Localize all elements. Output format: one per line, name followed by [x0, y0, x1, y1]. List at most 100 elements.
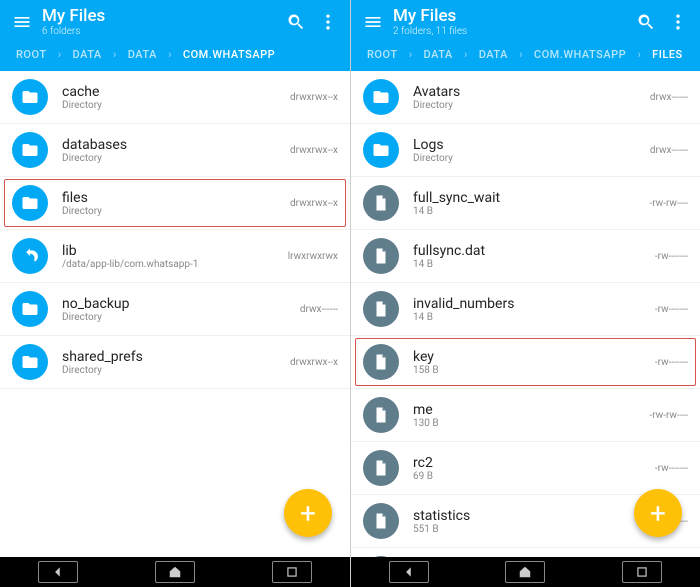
- item-text: databasesDirectory: [62, 137, 290, 164]
- overflow-icon[interactable]: [662, 6, 694, 38]
- fab-add[interactable]: +: [634, 489, 682, 537]
- item-name: lib: [62, 243, 288, 259]
- item-permissions: drwxrwx--x: [290, 198, 338, 209]
- item-permissions: -rw-------: [655, 463, 688, 474]
- item-permissions: -rw-------: [655, 251, 688, 262]
- file-icon: [363, 291, 399, 327]
- list-item[interactable]: me130 B-rw-rw----: [351, 389, 700, 442]
- nav-recent[interactable]: [622, 561, 662, 583]
- fab-add[interactable]: +: [284, 489, 332, 537]
- list-item[interactable]: shared_prefsDirectorydrwxrwx--x: [0, 336, 350, 389]
- list-item[interactable]: key158 B-rw-------: [351, 336, 700, 389]
- item-text: filesDirectory: [62, 190, 290, 217]
- item-sub: Directory: [62, 365, 290, 376]
- file-icon: [363, 185, 399, 221]
- file-icon: [363, 556, 399, 557]
- item-sub: Directory: [62, 206, 290, 217]
- item-sub: 69 B: [413, 471, 655, 482]
- chevron-right-icon: ›: [516, 48, 526, 61]
- item-text: rc269 B: [413, 455, 655, 482]
- item-name: databases: [62, 137, 290, 153]
- item-sub: 14 B: [413, 206, 649, 217]
- item-name: key: [413, 349, 655, 365]
- app-title: My Files: [393, 7, 630, 26]
- item-name: files: [62, 190, 290, 206]
- list-item[interactable]: cacheDirectorydrwxrwx--x: [0, 71, 350, 124]
- crumb-root[interactable]: ROOT: [363, 46, 402, 63]
- item-name: me: [413, 402, 649, 418]
- item-name: shared_prefs: [62, 349, 290, 365]
- menu-icon[interactable]: [357, 6, 389, 38]
- nav-back[interactable]: [38, 561, 78, 583]
- search-icon[interactable]: [630, 6, 662, 38]
- list-item[interactable]: invalid_numbers14 B-rw-------: [351, 283, 700, 336]
- item-sub: Directory: [62, 312, 300, 323]
- item-name: Avatars: [413, 84, 650, 100]
- item-permissions: drwx------: [650, 145, 688, 156]
- crumb-whatsapp[interactable]: COM.WHATSAPP: [530, 46, 630, 63]
- nav-back[interactable]: [389, 561, 429, 583]
- file-list: AvatarsDirectorydrwx------LogsDirectoryd…: [351, 71, 700, 557]
- list-item[interactable]: sync_backoff14 B-rw-------: [351, 548, 700, 557]
- crumb-files[interactable]: FILES: [648, 46, 687, 63]
- item-permissions: -rw-rw----: [649, 410, 688, 421]
- nav-home[interactable]: [505, 561, 545, 583]
- item-name: invalid_numbers: [413, 296, 655, 312]
- item-sub: 551 B: [413, 524, 649, 535]
- search-icon[interactable]: [280, 6, 312, 38]
- item-sub: Directory: [62, 100, 290, 111]
- item-permissions: -rw-------: [655, 304, 688, 315]
- menu-icon[interactable]: [6, 6, 38, 38]
- item-permissions: drwx------: [300, 304, 338, 315]
- list-item[interactable]: AvatarsDirectorydrwx------: [351, 71, 700, 124]
- item-text: statistics551 B: [413, 508, 649, 535]
- phone-right: My Files 2 folders, 11 files ROOT › DATA…: [350, 0, 700, 587]
- folder-icon: [12, 132, 48, 168]
- overflow-icon[interactable]: [312, 6, 344, 38]
- list-item[interactable]: filesDirectorydrwxrwx--x: [0, 177, 350, 230]
- crumb-data1[interactable]: DATA: [69, 46, 106, 63]
- crumb-data2[interactable]: DATA: [475, 46, 512, 63]
- chevron-right-icon: ›: [110, 48, 120, 61]
- list-item[interactable]: rc269 B-rw-------: [351, 442, 700, 495]
- item-name: cache: [62, 84, 290, 100]
- item-name: fullsync.dat: [413, 243, 655, 259]
- list-item[interactable]: no_backupDirectorydrwx------: [0, 283, 350, 336]
- item-text: fullsync.dat14 B: [413, 243, 655, 270]
- nav-recent[interactable]: [272, 561, 312, 583]
- item-sub: Directory: [413, 100, 650, 111]
- undo-icon: [12, 238, 48, 274]
- folder-icon: [363, 79, 399, 115]
- item-text: full_sync_wait14 B: [413, 190, 649, 217]
- file-list: cacheDirectorydrwxrwx--xdatabasesDirecto…: [0, 71, 350, 557]
- item-name: no_backup: [62, 296, 300, 312]
- item-text: me130 B: [413, 402, 649, 429]
- item-sub: /data/app-lib/com.whatsapp-1: [62, 259, 288, 270]
- crumb-data1[interactable]: DATA: [420, 46, 457, 63]
- item-text: AvatarsDirectory: [413, 84, 650, 111]
- list-item[interactable]: fullsync.dat14 B-rw-------: [351, 230, 700, 283]
- list-item[interactable]: databasesDirectorydrwxrwx--x: [0, 124, 350, 177]
- list-item[interactable]: LogsDirectorydrwx------: [351, 124, 700, 177]
- crumb-whatsapp[interactable]: COM.WHATSAPP: [179, 46, 279, 63]
- item-text: cacheDirectory: [62, 84, 290, 111]
- crumb-data2[interactable]: DATA: [124, 46, 161, 63]
- crumb-root[interactable]: ROOT: [12, 46, 51, 63]
- item-permissions: lrwxrwxrwx: [288, 251, 338, 262]
- list-item[interactable]: lib/data/app-lib/com.whatsapp-1lrwxrwxrw…: [0, 230, 350, 283]
- breadcrumb: ROOT › DATA › DATA › COM.WHATSAPP: [0, 42, 350, 71]
- item-permissions: drwx------: [650, 92, 688, 103]
- nav-home[interactable]: [155, 561, 195, 583]
- item-sub: Directory: [62, 153, 290, 164]
- file-icon: [363, 238, 399, 274]
- app-subtitle: 6 folders: [42, 26, 280, 37]
- item-name: statistics: [413, 508, 649, 524]
- folder-icon: [12, 291, 48, 327]
- item-text: no_backupDirectory: [62, 296, 300, 323]
- folder-icon: [12, 185, 48, 221]
- app-bar: My Files 2 folders, 11 files ROOT › DATA…: [351, 0, 700, 71]
- folder-icon: [363, 132, 399, 168]
- list-item[interactable]: full_sync_wait14 B-rw-rw----: [351, 177, 700, 230]
- file-icon: [363, 397, 399, 433]
- file-icon: [363, 503, 399, 539]
